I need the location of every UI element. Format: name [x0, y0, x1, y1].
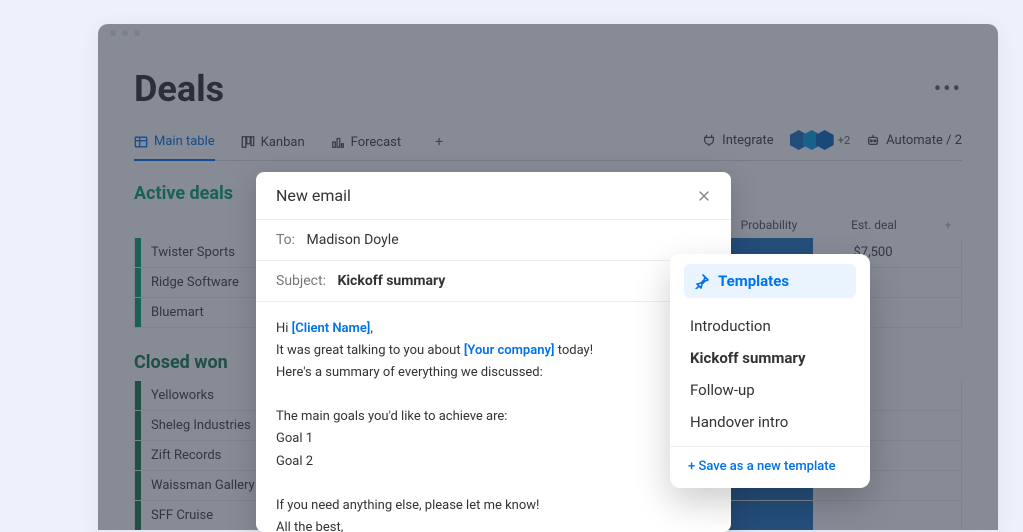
body-text: It was great talking to you about — [276, 343, 464, 358]
tab-forecast[interactable]: Forecast — [331, 128, 401, 160]
robot-icon — [866, 133, 880, 147]
modal-title: New email — [276, 186, 351, 205]
to-field[interactable]: To: Madison Doyle — [256, 220, 731, 261]
table-icon — [134, 135, 148, 149]
template-item-kickoff-summary[interactable]: Kickoff summary — [690, 342, 850, 374]
template-item-handover-intro[interactable]: Handover intro — [690, 406, 850, 438]
body-text: The main goals you'd like to achieve are… — [276, 406, 711, 428]
window-dot — [110, 30, 116, 36]
kanban-icon — [241, 135, 255, 149]
close-button[interactable] — [697, 189, 711, 203]
integration-extra-count: +2 — [838, 134, 850, 147]
window-dot — [122, 30, 128, 36]
col-header-est-deal: Est. deal — [814, 218, 934, 232]
template-item-follow-up[interactable]: Follow-up — [690, 374, 850, 406]
modal-header: New email — [256, 172, 731, 220]
automate-button[interactable]: Automate / 2 — [866, 133, 962, 148]
subject-field[interactable]: Subject: Kickoff summary — [256, 261, 731, 302]
integrate-button[interactable]: Integrate — [702, 133, 774, 148]
body-text: Hi — [276, 321, 292, 336]
page-title: Deals — [134, 68, 224, 110]
email-body[interactable]: Hi [Client Name], It was great talking t… — [256, 302, 731, 532]
more-menu-button[interactable]: ••• — [934, 77, 962, 102]
tab-main-table[interactable]: Main table — [134, 128, 215, 161]
placeholder-client-name[interactable]: [Client Name] — [292, 321, 371, 336]
window-titlebar — [98, 24, 998, 42]
subject-value: Kickoff summary — [337, 273, 445, 289]
board-toolbar: Main table Kanban Forecast + — [134, 128, 962, 161]
probability-cell[interactable] — [723, 501, 813, 530]
templates-list: Introduction Kickoff summary Follow-up H… — [670, 306, 870, 446]
body-text: Here's a summary of everything we discus… — [276, 362, 711, 384]
view-tabs: Main table Kanban Forecast + — [134, 128, 451, 160]
add-column-button[interactable]: + — [934, 218, 962, 232]
save-as-template-button[interactable]: + Save as a new template — [670, 446, 870, 488]
tab-kanban[interactable]: Kanban — [241, 128, 305, 160]
app-header: Deals ••• — [134, 68, 962, 110]
body-text: Goal 1 — [276, 428, 711, 450]
to-label: To: — [276, 232, 295, 248]
templates-popover: Templates Introduction Kickoff summary F… — [670, 254, 870, 488]
new-email-modal: New email To: Madison Doyle Subject: Kic… — [256, 172, 731, 532]
integration-hex-icon — [816, 130, 834, 150]
close-icon — [697, 189, 711, 203]
tab-label: Forecast — [351, 135, 401, 150]
chart-icon — [331, 135, 345, 149]
body-text: , — [370, 321, 373, 336]
body-text: Goal 2 — [276, 451, 711, 473]
col-header-probability: Probability — [724, 218, 814, 232]
window-dot — [134, 30, 140, 36]
template-item-introduction[interactable]: Introduction — [690, 310, 850, 342]
to-value: Madison Doyle — [307, 232, 399, 248]
body-text: today! — [554, 343, 593, 358]
plug-icon — [702, 133, 716, 147]
automate-label: Automate / 2 — [886, 133, 962, 148]
body-text: If you need anything else, please let me… — [276, 495, 711, 517]
toolbar-right: Integrate +2 Automate / 2 — [702, 130, 962, 158]
tab-label: Kanban — [261, 135, 305, 150]
integrate-label: Integrate — [722, 133, 774, 148]
subject-label: Subject: — [276, 273, 326, 289]
pin-icon — [694, 273, 710, 289]
integration-avatars[interactable]: +2 — [790, 130, 850, 150]
add-view-button[interactable]: + — [427, 128, 451, 160]
templates-header: Templates — [684, 264, 856, 298]
templates-title: Templates — [718, 272, 789, 290]
tab-label: Main table — [154, 134, 215, 149]
placeholder-your-company[interactable]: [Your company] — [464, 343, 555, 358]
